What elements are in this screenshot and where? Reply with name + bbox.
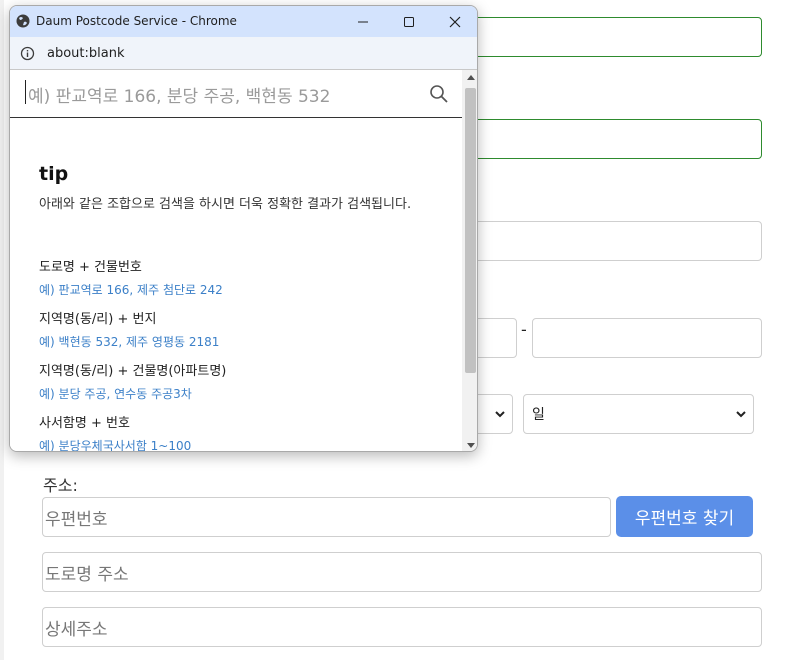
day-select-value: 일 <box>532 407 545 423</box>
example-text: 예) 분당우체국사서함 1~100 <box>39 439 192 452</box>
postcode-content: 예) 판교역로 166, 분당 주공, 백현동 532 tip 아래와 같은 조… <box>10 70 462 452</box>
example-text: 예) 판교역로 166, 제주 첨단로 242 <box>39 283 223 297</box>
chevron-down-icon <box>495 411 505 418</box>
close-button[interactable] <box>432 6 477 37</box>
window-titlebar[interactable]: Daum Postcode Service - Chrome <box>10 6 477 37</box>
road-address-placeholder: 도로명 주소 <box>45 564 129 585</box>
text-caret <box>25 80 26 104</box>
example-heading: 지역명(동/리) + 건물명(아파트명) <box>39 364 227 379</box>
url-text[interactable]: about:blank <box>47 46 125 61</box>
scroll-up-arrow-icon[interactable] <box>467 75 475 80</box>
scroll-down-arrow-icon[interactable] <box>467 443 475 448</box>
password-field-partial[interactable] <box>470 119 762 159</box>
address-search-input[interactable]: 예) 판교역로 166, 분당 주공, 백현동 532 <box>10 70 462 118</box>
postcode-input[interactable]: 우편번호 <box>42 497 611 537</box>
page-edge <box>0 0 4 660</box>
phone-last-field[interactable] <box>532 318 762 358</box>
minimize-button[interactable] <box>340 6 386 37</box>
phone-separator: - <box>521 320 527 339</box>
popup-scrollbar[interactable] <box>462 70 477 451</box>
scrollbar-thumb[interactable] <box>465 88 476 373</box>
close-icon <box>449 16 461 27</box>
chevron-down-icon <box>736 411 746 418</box>
minimize-icon <box>358 21 368 22</box>
search-icon[interactable] <box>429 84 449 104</box>
postcode-popup-window: Daum Postcode Service - Chrome about:bla… <box>9 5 478 452</box>
window-title: Daum Postcode Service - Chrome <box>36 14 237 28</box>
tip-description: 아래와 같은 조합으로 검색을 하시면 더욱 정확한 결과가 검색됩니다. <box>39 197 412 212</box>
address-label: 주소: <box>43 476 78 495</box>
email-field-partial[interactable] <box>470 221 762 261</box>
search-placeholder: 예) 판교역로 166, 분당 주공, 백현동 532 <box>28 87 331 107</box>
tip-title: tip <box>39 163 69 185</box>
name-field-partial[interactable] <box>470 17 762 57</box>
info-icon[interactable] <box>20 46 35 61</box>
example-text: 예) 백현동 532, 제주 영평동 2181 <box>39 335 220 349</box>
maximize-icon <box>404 16 414 27</box>
road-address-input[interactable]: 도로명 주소 <box>42 552 762 592</box>
maximize-button[interactable] <box>386 6 432 37</box>
example-heading: 도로명 + 건물번호 <box>39 260 142 275</box>
detail-address-placeholder: 상세주소 <box>45 619 108 640</box>
example-heading: 지역명(동/리) + 번지 <box>39 312 157 327</box>
day-select[interactable]: 일 <box>523 394 754 434</box>
globe-icon <box>16 14 30 28</box>
postcode-placeholder: 우편번호 <box>45 509 108 530</box>
address-bar: about:blank <box>10 37 477 70</box>
example-text: 예) 분당 주공, 연수동 주공3차 <box>39 387 192 401</box>
detail-address-input[interactable]: 상세주소 <box>42 607 762 647</box>
find-postcode-button[interactable]: 우편번호 찾기 <box>616 496 753 537</box>
example-heading: 사서함명 + 번호 <box>39 416 130 431</box>
